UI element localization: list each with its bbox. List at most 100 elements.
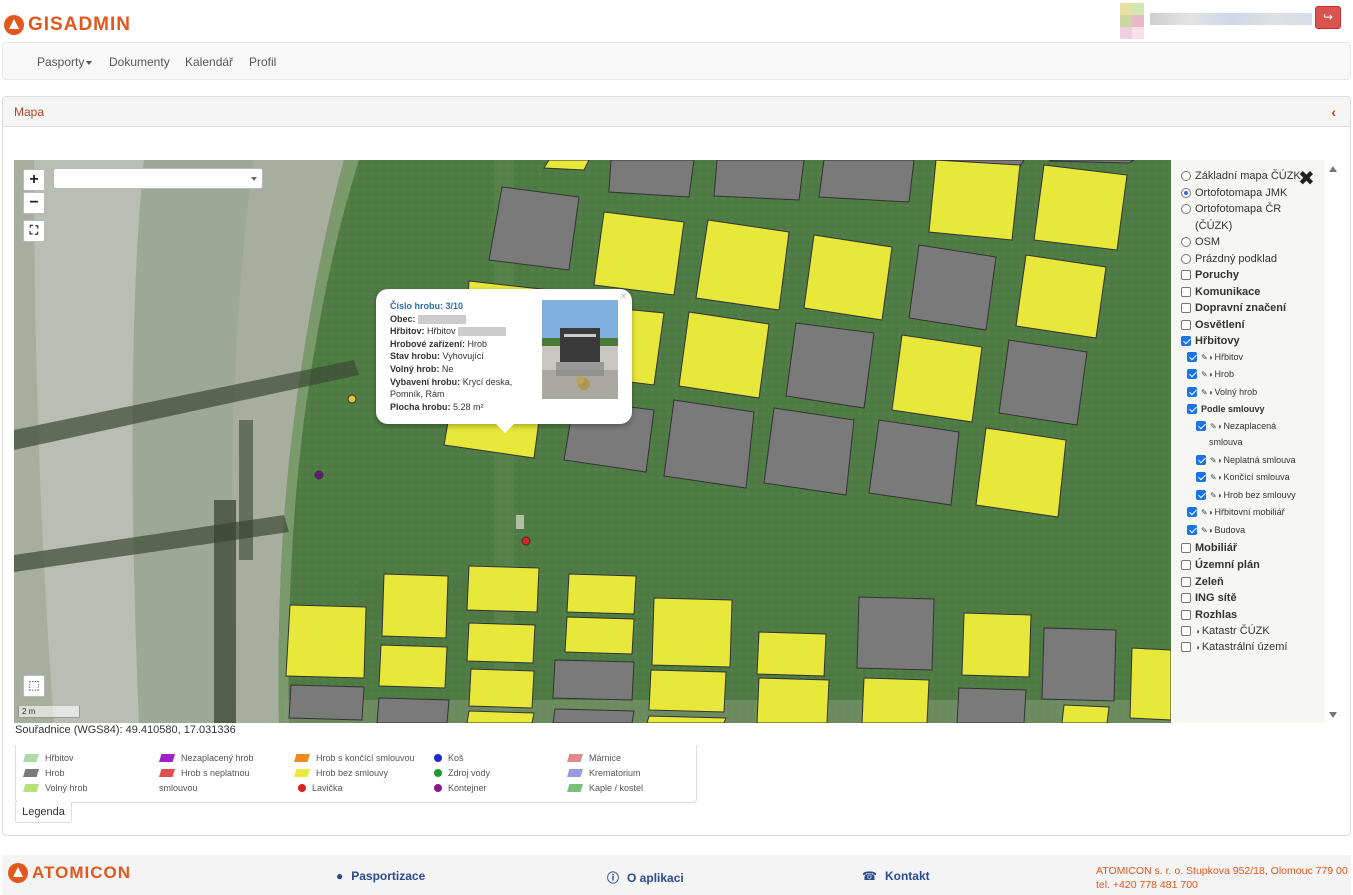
layer-label: Dopravní značení	[1195, 302, 1287, 314]
checkbox[interactable]	[1181, 560, 1191, 570]
grave-photo[interactable]	[542, 300, 618, 399]
layer-item-katastr-čúzk[interactable]: ◑ Katastr ČÚZK	[1181, 625, 1270, 637]
popup-close-icon[interactable]: ×	[620, 290, 627, 303]
checkbox[interactable]	[1196, 472, 1206, 482]
checkbox[interactable]	[1181, 303, 1191, 313]
radio-button[interactable]	[1181, 204, 1191, 214]
layer-item-dopravní-značení[interactable]: Dopravní značení	[1181, 302, 1286, 314]
nav-item-pasporty[interactable]: Pasporty	[37, 55, 93, 69]
zoom-in-button[interactable]: +	[23, 169, 45, 191]
checkbox[interactable]	[1196, 455, 1206, 465]
legend-item: smlouvou	[159, 783, 198, 793]
legend-item: Hrob s neplatnou	[159, 768, 250, 778]
layer-item-podle-smlouvy[interactable]: Podle smlouvy	[1187, 404, 1265, 414]
layer-item-smlouva: smlouva	[1209, 437, 1243, 447]
measure-button[interactable]: ⬚	[23, 675, 45, 697]
legend-tab[interactable]: Legenda	[15, 802, 72, 823]
layer-item-budova[interactable]: ✎◑ Budova	[1187, 525, 1245, 535]
checkbox[interactable]	[1181, 320, 1191, 330]
checkbox[interactable]	[1196, 490, 1206, 500]
layer-item-nezaplacená[interactable]: ✎◑ Nezaplacená	[1196, 421, 1276, 431]
orthophoto-map	[14, 160, 1171, 723]
layer-item-hřbitovní-mobiliář[interactable]: ✎◑ Hřbitovní mobiliář	[1187, 507, 1285, 517]
layer-item-komunikace[interactable]: Komunikace	[1181, 286, 1260, 298]
layer-item-mobiliář[interactable]: Mobiliář	[1181, 542, 1237, 554]
user-avatar-blurred	[1120, 3, 1312, 39]
logout-button[interactable]: ↪	[1315, 6, 1341, 29]
footer-link-pasportizace[interactable]: ● Pasportizace	[336, 869, 425, 883]
layer-item-neplatná-smlouva[interactable]: ✎◑ Neplatná smlouva	[1196, 455, 1296, 465]
style-opacity-icon[interactable]: ✎◑	[1201, 508, 1213, 517]
checkbox[interactable]	[1181, 642, 1191, 652]
map-canvas[interactable]: + − ⛶ ⬚ 2 m × Číslo hrobu: 3/10 Obec: Hř…	[14, 160, 1171, 723]
scroll-down-arrow[interactable]	[1329, 712, 1337, 718]
layer-label: Volný hrob	[1214, 387, 1258, 397]
checkbox[interactable]	[1181, 270, 1191, 280]
checkbox[interactable]	[1181, 543, 1191, 553]
collapse-chevron-icon[interactable]: ‹	[1331, 104, 1336, 120]
checkbox[interactable]	[1187, 404, 1197, 414]
layer-item-základní-mapa-čúzk[interactable]: Základní mapa ČÚZK	[1181, 170, 1301, 182]
opacity-icon[interactable]: ◑	[1195, 643, 1200, 652]
layer-item-ortofotomapa-jmk[interactable]: Ortofotomapa JMK	[1181, 187, 1287, 199]
checkbox[interactable]	[1187, 525, 1197, 535]
logo-icon	[4, 15, 24, 35]
app-logo[interactable]: GISADMIN	[4, 14, 131, 36]
checkbox[interactable]	[1187, 369, 1197, 379]
radio-button[interactable]	[1181, 188, 1191, 198]
layer-item-končící-smlouva[interactable]: ✎◑ Končící smlouva	[1196, 472, 1290, 482]
layer-label: Hřbitovní mobiliář	[1214, 507, 1285, 517]
layer-item-zeleň[interactable]: Zeleň	[1181, 576, 1224, 588]
checkbox[interactable]	[1187, 507, 1197, 517]
checkbox[interactable]	[1181, 593, 1191, 603]
layer-item-ing-sítě[interactable]: ING sítě	[1181, 592, 1237, 604]
radio-button[interactable]	[1181, 171, 1191, 181]
radio-button[interactable]	[1181, 237, 1191, 247]
style-opacity-icon[interactable]: ✎◑	[1210, 456, 1222, 465]
layer-item-hřbitovy[interactable]: Hřbitovy	[1181, 335, 1240, 347]
scroll-up-arrow[interactable]	[1329, 166, 1337, 172]
checkbox[interactable]	[1187, 352, 1197, 362]
radio-button[interactable]	[1181, 254, 1191, 264]
zoom-out-button[interactable]: −	[23, 192, 45, 214]
checkbox[interactable]	[1181, 610, 1191, 620]
checkbox[interactable]	[1187, 387, 1197, 397]
footer-link-kontakt[interactable]: ☎ Kontakt	[862, 869, 930, 883]
layer-item-poruchy[interactable]: Poruchy	[1181, 269, 1239, 281]
feature-popup: × Číslo hrobu: 3/10 Obec: Hřbitov: Hřbit…	[376, 289, 632, 433]
legend-label: Hřbitov	[45, 753, 74, 763]
checkbox[interactable]	[1181, 336, 1191, 346]
layer-item-osvětlení[interactable]: Osvětlení	[1181, 319, 1245, 331]
style-opacity-icon[interactable]: ✎◑	[1210, 422, 1222, 431]
layer-item-rozhlas[interactable]: Rozhlas	[1181, 609, 1237, 621]
checkbox[interactable]	[1196, 421, 1206, 431]
panel-title: Mapa	[14, 105, 45, 119]
layer-item-hřbitov[interactable]: ✎◑ Hřbitov	[1187, 352, 1243, 362]
style-opacity-icon[interactable]: ✎◑	[1210, 491, 1222, 500]
layer-item-prázdný-podklad[interactable]: Prázdný podklad	[1181, 253, 1277, 265]
map-search-select[interactable]	[53, 168, 263, 189]
style-opacity-icon[interactable]: ✎◑	[1201, 388, 1213, 397]
layer-item-hrob[interactable]: ✎◑ Hrob	[1187, 369, 1234, 379]
nav-item-dokumenty[interactable]: Dokumenty	[109, 55, 170, 69]
footer-logo[interactable]: ATOMICON	[8, 863, 131, 883]
layer-item-katastrální-území[interactable]: ◑ Katastrální území	[1181, 641, 1287, 653]
layer-item-územní-plán[interactable]: Územní plán	[1181, 559, 1260, 571]
nav-item-profil[interactable]: Profil	[249, 55, 276, 69]
layer-item-hrob-bez-smlouvy[interactable]: ✎◑ Hrob bez smlouvy	[1196, 490, 1296, 500]
footer-link-o-aplikaci[interactable]: ⓘ O aplikaci	[607, 869, 684, 886]
fullscreen-button[interactable]: ⛶	[23, 220, 45, 242]
layer-item-volný-hrob[interactable]: ✎◑ Volný hrob	[1187, 387, 1257, 397]
checkbox[interactable]	[1181, 577, 1191, 587]
style-opacity-icon[interactable]: ✎◑	[1210, 473, 1222, 482]
style-opacity-icon[interactable]: ✎◑	[1201, 526, 1213, 535]
opacity-icon[interactable]: ◑	[1195, 627, 1200, 636]
close-icon[interactable]: ✖	[1298, 166, 1315, 191]
style-opacity-icon[interactable]: ✎◑	[1201, 370, 1213, 379]
checkbox[interactable]	[1181, 626, 1191, 636]
layer-item-ortofotomapa-čr[interactable]: Ortofotomapa ČR	[1181, 203, 1281, 215]
nav-item-kalendar[interactable]: Kalendář	[185, 55, 233, 69]
layer-item-osm[interactable]: OSM	[1181, 236, 1220, 248]
style-opacity-icon[interactable]: ✎◑	[1201, 353, 1213, 362]
checkbox[interactable]	[1181, 287, 1191, 297]
